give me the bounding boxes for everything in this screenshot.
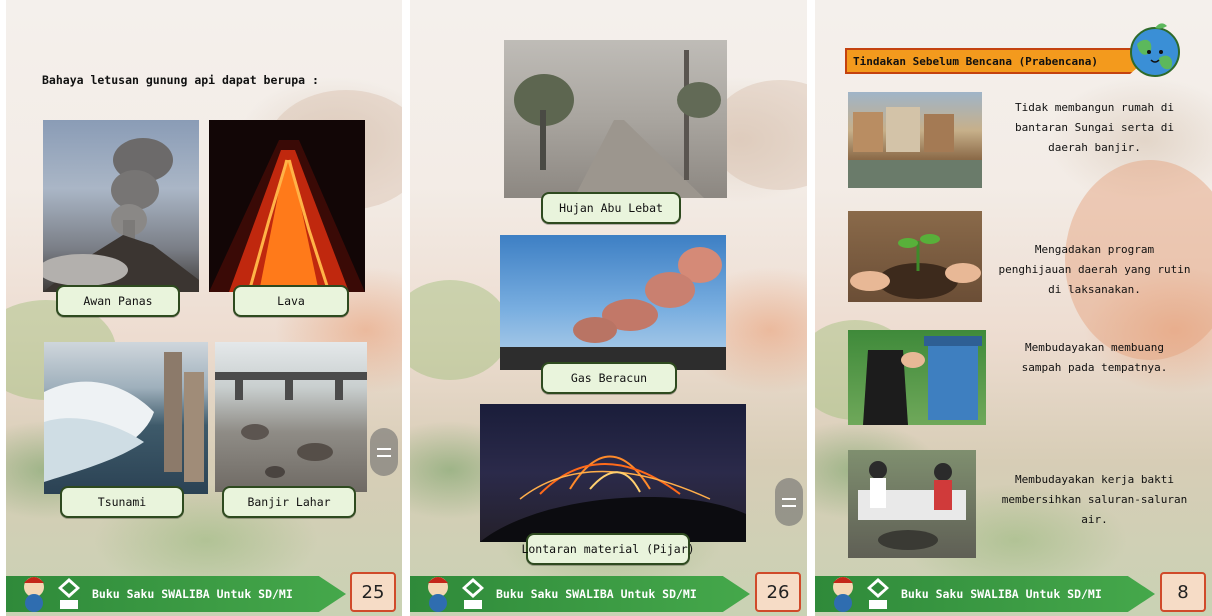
page-number: 8 — [1160, 572, 1206, 612]
hujan-abu-photo — [504, 40, 727, 198]
section-banner: Tindakan Sebelum Bencana (Prabencana) — [845, 48, 1145, 74]
page-25: Bahaya letusan gunung api dapat berupa :… — [6, 0, 402, 616]
caption-hujan-abu: Hujan Abu Lebat — [541, 192, 681, 224]
caption-awan-panas: Awan Panas — [56, 285, 180, 317]
mascot-logo-icon — [833, 577, 853, 612]
mascot-logo-icon — [24, 577, 44, 612]
riverbank-houses-photo — [848, 92, 982, 188]
item-3-line-2: sampah pada tempatnya. — [1021, 361, 1168, 374]
caption-tsunami: Tsunami — [60, 486, 184, 518]
footer: Buku Saku SWALIBA Untuk SD/MI 25 — [6, 572, 402, 616]
community-service-photo — [848, 450, 976, 558]
item-4-text: Membudayakan kerja bakti membersihkan sa… — [987, 470, 1202, 530]
item-4-line-1: Membudayakan kerja bakti — [1015, 473, 1174, 486]
page-heading: Bahaya letusan gunung api dapat berupa : — [42, 73, 319, 87]
item-2-line-3: di laksanakan. — [1048, 283, 1141, 296]
page-26: Hujan Abu Lebat Gas Beracun Lontaran mat… — [410, 0, 807, 616]
caption-gas-beracun: Gas Beracun — [541, 362, 677, 394]
menu-icon[interactable] — [370, 428, 398, 476]
item-4-line-2: membersihkan saluran-saluran — [1001, 493, 1188, 506]
lontaran-material-photo — [480, 404, 746, 542]
tsunami-photo — [44, 342, 208, 494]
caption-lontaran-material: Lontaran material (Pijar) — [521, 533, 695, 565]
item-4-line-3: air. — [1081, 513, 1108, 526]
background-bush — [410, 280, 510, 380]
item-1-line-3: daerah banjir. — [1048, 141, 1141, 154]
caption-banjir-lahar: Banjir Lahar — [222, 486, 356, 518]
item-1-line-1: Tidak membangun rumah di — [1015, 101, 1174, 114]
gas-beracun-photo — [500, 235, 726, 370]
item-2-line-1: Mengadakan program — [1034, 243, 1155, 256]
page-number: 26 — [755, 572, 801, 612]
planting-photo — [848, 211, 982, 302]
item-3-text: Membudayakan membuang sampah pada tempat… — [987, 338, 1202, 378]
uin-logo-icon — [867, 578, 889, 609]
book-title: Buku Saku SWALIBA Untuk SD/MI — [901, 587, 1102, 601]
item-2-text: Mengadakan program penghijauan daerah ya… — [987, 240, 1202, 300]
book-title: Buku Saku SWALIBA Untuk SD/MI — [496, 587, 697, 601]
footer: Buku Saku SWALIBA Untuk SD/MI 8 — [815, 572, 1212, 616]
item-1-text: Tidak membangun rumah di bantaran Sungai… — [987, 98, 1202, 158]
mascot-logo-icon — [428, 577, 448, 612]
caption-lava: Lava — [233, 285, 349, 317]
page-8: Tindakan Sebelum Bencana (Prabencana) Ti… — [815, 0, 1212, 616]
item-3-line-1: Membudayakan membuang — [1024, 341, 1165, 354]
banjir-lahar-photo — [215, 342, 367, 492]
awan-panas-photo — [43, 120, 199, 292]
lava-photo — [209, 120, 365, 292]
book-title: Buku Saku SWALIBA Untuk SD/MI — [92, 587, 293, 601]
trash-disposal-photo — [848, 330, 986, 425]
item-1-line-2: bantaran Sungai serta di — [1015, 121, 1174, 134]
globe-icon — [1130, 23, 1180, 77]
item-2-line-2: penghijauan daerah yang rutin — [998, 263, 1191, 276]
page-number: 25 — [350, 572, 396, 612]
uin-logo-icon — [58, 578, 80, 609]
footer: Buku Saku SWALIBA Untuk SD/MI 26 — [410, 572, 807, 616]
menu-icon[interactable] — [775, 478, 803, 526]
uin-logo-icon — [462, 578, 484, 609]
